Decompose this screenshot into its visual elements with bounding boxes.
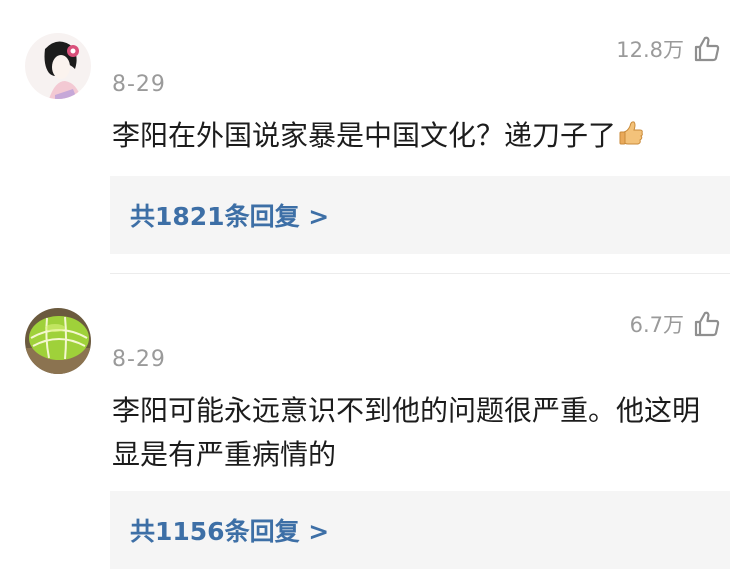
comment-date: 8-29 xyxy=(112,72,166,97)
replies-label: 共1821条回复 > xyxy=(130,202,330,231)
thumbs-up-icon xyxy=(694,311,720,337)
like-count: 12.8万 xyxy=(616,38,684,62)
user-avatar[interactable] xyxy=(25,33,91,99)
green-ball-avatar-icon xyxy=(25,308,91,374)
comment-text-content: 李阳在外国说家暴是中国文化？递刀子了 xyxy=(112,119,617,152)
thumbs-up-icon xyxy=(694,36,720,62)
thumbs-up-emoji-icon xyxy=(618,118,646,150)
replies-link[interactable]: 共1156条回复 > xyxy=(110,491,730,569)
like-button[interactable]: 6.7万 xyxy=(630,309,722,339)
comment-divider xyxy=(110,273,730,274)
comment-item: 8-29 6.7万 李阳可能永远意识不到他的问题很严重。他这明显是有严重病情的 … xyxy=(0,275,750,583)
comment-text: 李阳可能永远意识不到他的问题很严重。他这明显是有严重病情的 xyxy=(112,394,701,471)
like-count: 6.7万 xyxy=(629,313,684,337)
geisha-avatar-icon xyxy=(25,33,91,99)
comment-text: 李阳在外国说家暴是中国文化？递刀子了 xyxy=(112,114,718,158)
like-button[interactable]: 12.8万 xyxy=(616,34,722,64)
comment-date: 8-29 xyxy=(112,347,166,372)
replies-link[interactable]: 共1821条回复 > xyxy=(110,176,730,254)
user-avatar[interactable] xyxy=(25,308,91,374)
replies-label: 共1156条回复 > xyxy=(130,517,330,546)
comment-item: 8-29 12.8万 李阳在外国说家暴是中国文化？递刀子了 共1821条回复 > xyxy=(0,0,750,272)
